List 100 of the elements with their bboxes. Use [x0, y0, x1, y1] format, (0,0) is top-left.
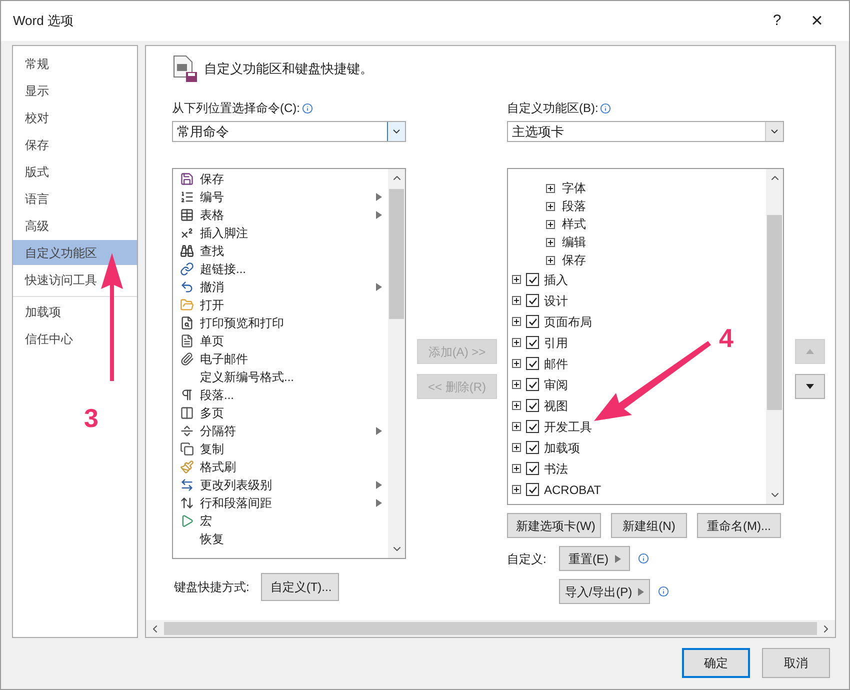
nav-item[interactable]: 加载项 [13, 299, 137, 324]
page-icon [180, 334, 194, 348]
nav-item[interactable]: 自定义功能区 [13, 240, 137, 265]
checkbox[interactable] [526, 294, 539, 307]
expand-icon[interactable] [512, 485, 521, 494]
command-item[interactable]: 复制 [173, 440, 388, 458]
tree-item[interactable]: 样式 [508, 215, 588, 233]
commands-dropdown[interactable]: 常用命令 [172, 121, 406, 142]
tree-item[interactable]: ACROBAT [508, 479, 604, 500]
command-item[interactable]: 查找 [173, 242, 388, 260]
checkbox[interactable] [526, 441, 539, 454]
command-item[interactable]: 保存 [173, 170, 388, 188]
expand-icon[interactable] [546, 220, 555, 228]
nav-item[interactable]: 显示 [13, 78, 137, 103]
nav-item[interactable]: 快速访问工具 [13, 267, 137, 292]
horizontal-scrollbar[interactable] [146, 620, 835, 637]
expand-icon[interactable] [512, 380, 521, 389]
command-item[interactable]: 撤消 [173, 278, 388, 296]
tree-item[interactable]: 编辑 [508, 233, 588, 251]
checkbox[interactable] [526, 420, 539, 433]
reset-button[interactable]: 重置(E) [559, 546, 630, 571]
expand-icon[interactable] [546, 184, 555, 192]
ribbon-dropdown[interactable]: 主选项卡 [507, 121, 784, 142]
nav-item[interactable]: 保存 [13, 132, 137, 157]
command-item[interactable]: 打印预览和打印 [173, 314, 388, 332]
command-item[interactable]: 表格 [173, 206, 388, 224]
checkbox[interactable] [526, 315, 539, 328]
expand-icon[interactable] [512, 443, 521, 452]
expand-icon[interactable] [546, 202, 555, 210]
checkbox[interactable] [526, 336, 539, 349]
checkbox[interactable] [526, 399, 539, 412]
tree-item[interactable]: 审阅 [508, 374, 570, 395]
command-item[interactable]: 分隔符 [173, 422, 388, 440]
tree-item[interactable]: 邮件 [508, 353, 570, 374]
expand-icon[interactable] [512, 275, 521, 284]
info-icon[interactable] [600, 102, 612, 114]
checkbox[interactable] [526, 273, 539, 286]
nav-item[interactable]: 版式 [13, 159, 137, 184]
tree-item[interactable]: 引用 [508, 332, 570, 353]
scrollbar-thumb[interactable] [767, 215, 782, 410]
command-item[interactable]: 超链接... [173, 260, 388, 278]
info-icon[interactable] [658, 586, 669, 597]
checkbox[interactable] [526, 378, 539, 391]
expand-icon[interactable] [512, 464, 521, 473]
expand-icon[interactable] [512, 401, 521, 410]
command-item[interactable]: 单页 [173, 332, 388, 350]
checkbox[interactable] [526, 462, 539, 475]
help-button[interactable]: ? [757, 10, 797, 32]
tree-item[interactable]: 段落 [508, 197, 588, 215]
tree-item[interactable]: 页面布局 [508, 311, 594, 332]
tree-item[interactable]: 书法 [508, 458, 570, 479]
scrollbar[interactable] [388, 169, 405, 558]
checkbox[interactable] [526, 357, 539, 370]
expand-icon[interactable] [546, 256, 555, 264]
nav-item[interactable]: 常规 [13, 51, 137, 76]
scrollbar-thumb[interactable] [164, 622, 817, 635]
command-item[interactable]: 编号 [173, 188, 388, 206]
tree-item[interactable]: 设计 [508, 290, 570, 311]
nav-item[interactable]: 校对 [13, 105, 137, 130]
command-item[interactable]: 宏 [173, 512, 388, 530]
ribbon-button[interactable]: 重命名(M)... [697, 513, 781, 538]
ribbon-label: 自定义功能区(B): [507, 100, 598, 117]
command-item[interactable]: 段落... [173, 386, 388, 404]
import-export-button[interactable]: 导入/导出(P) [559, 579, 650, 604]
checkbox[interactable] [526, 483, 539, 496]
ok-button[interactable]: 确定 [682, 648, 750, 678]
command-item[interactable]: 电子邮件 [173, 350, 388, 368]
scrollbar[interactable] [766, 169, 783, 504]
tree-item[interactable]: 视图 [508, 395, 570, 416]
close-button[interactable]: × [797, 11, 837, 31]
command-item[interactable]: 定义新编号格式... [173, 368, 388, 386]
info-icon[interactable] [638, 553, 649, 564]
tree-item[interactable]: 字体 [508, 179, 588, 197]
ribbon-button[interactable]: 新建选项卡(W) [507, 513, 601, 538]
info-icon[interactable] [302, 102, 313, 114]
command-item[interactable]: 插入脚注 [173, 224, 388, 242]
cancel-button[interactable]: 取消 [762, 648, 830, 678]
expand-icon[interactable] [512, 359, 521, 368]
expand-icon[interactable] [512, 296, 521, 305]
command-item[interactable]: 恢复 [173, 530, 388, 548]
command-item[interactable]: 格式刷 [173, 458, 388, 476]
tree-item[interactable]: 插入 [508, 269, 570, 290]
nav-item[interactable]: 信任中心 [13, 326, 137, 351]
expand-icon[interactable] [512, 422, 521, 431]
move-down-button[interactable] [795, 374, 825, 399]
command-item[interactable]: 打开 [173, 296, 388, 314]
nav-item[interactable]: 语言 [13, 186, 137, 211]
tree-item[interactable]: 开发工具 [508, 416, 594, 437]
nav-item[interactable]: 高级 [13, 213, 137, 238]
tree-item[interactable]: 加载项 [508, 437, 582, 458]
command-item[interactable]: 行和段落间距 [173, 494, 388, 512]
expand-icon[interactable] [512, 317, 521, 326]
scrollbar-thumb[interactable] [389, 189, 404, 319]
customize-shortcuts-button[interactable]: 自定义(T)... [261, 573, 340, 601]
tree-item[interactable]: 保存 [508, 251, 588, 269]
command-item[interactable]: 多页 [173, 404, 388, 422]
ribbon-button[interactable]: 新建组(N) [611, 513, 687, 538]
expand-icon[interactable] [546, 238, 555, 246]
expand-icon[interactable] [512, 338, 521, 347]
command-item[interactable]: 更改列表级别 [173, 476, 388, 494]
